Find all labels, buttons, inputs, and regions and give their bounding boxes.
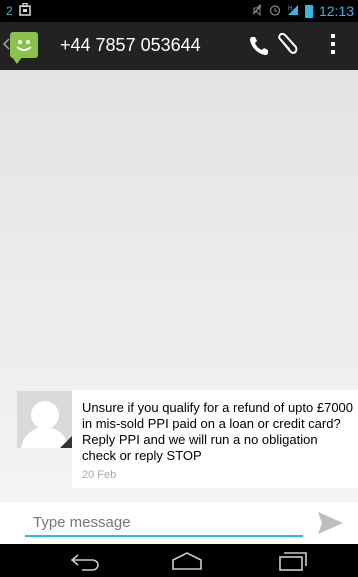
home-nav-icon[interactable] bbox=[170, 550, 204, 572]
mute-icon bbox=[251, 3, 263, 19]
contact-title[interactable]: +44 7857 053644 bbox=[60, 35, 201, 56]
message-text: Unsure if you qualify for a refund of up… bbox=[82, 400, 354, 463]
navigation-bar bbox=[0, 544, 358, 576]
compose-bar bbox=[0, 502, 358, 544]
recents-nav-icon[interactable] bbox=[276, 550, 310, 572]
avatar-fold bbox=[60, 436, 72, 448]
svg-text:H: H bbox=[288, 6, 292, 12]
call-icon[interactable] bbox=[246, 33, 272, 59]
message-input[interactable] bbox=[25, 509, 303, 537]
badge-tail bbox=[12, 57, 22, 64]
conversation-area: Unsure if you qualify for a refund of up… bbox=[0, 70, 358, 502]
status-time: 12:13 bbox=[318, 3, 354, 19]
notification-icon bbox=[18, 2, 31, 19]
contact-badge-icon[interactable] bbox=[10, 32, 38, 64]
up-caret-icon[interactable] bbox=[2, 37, 10, 55]
send-icon[interactable] bbox=[316, 510, 344, 536]
avatar-head bbox=[31, 401, 59, 429]
back-nav-icon[interactable] bbox=[68, 550, 102, 572]
contact-avatar[interactable] bbox=[17, 391, 72, 448]
alarm-icon bbox=[269, 4, 281, 19]
message-bubble[interactable]: Unsure if you qualify for a refund of up… bbox=[72, 390, 358, 488]
attach-icon[interactable] bbox=[272, 32, 300, 60]
action-bar: +44 7857 053644 bbox=[0, 22, 358, 70]
status-bar: 2 H 12:13 bbox=[0, 0, 358, 22]
status-bar-right: H 12:13 bbox=[251, 3, 354, 19]
overflow-menu-icon[interactable] bbox=[330, 34, 336, 58]
signal-icon: H bbox=[287, 4, 299, 19]
notification-count: 2 bbox=[6, 4, 13, 18]
message-date: 20 Feb bbox=[82, 469, 117, 481]
battery-icon bbox=[304, 4, 313, 18]
status-bar-left: 2 bbox=[6, 2, 31, 19]
